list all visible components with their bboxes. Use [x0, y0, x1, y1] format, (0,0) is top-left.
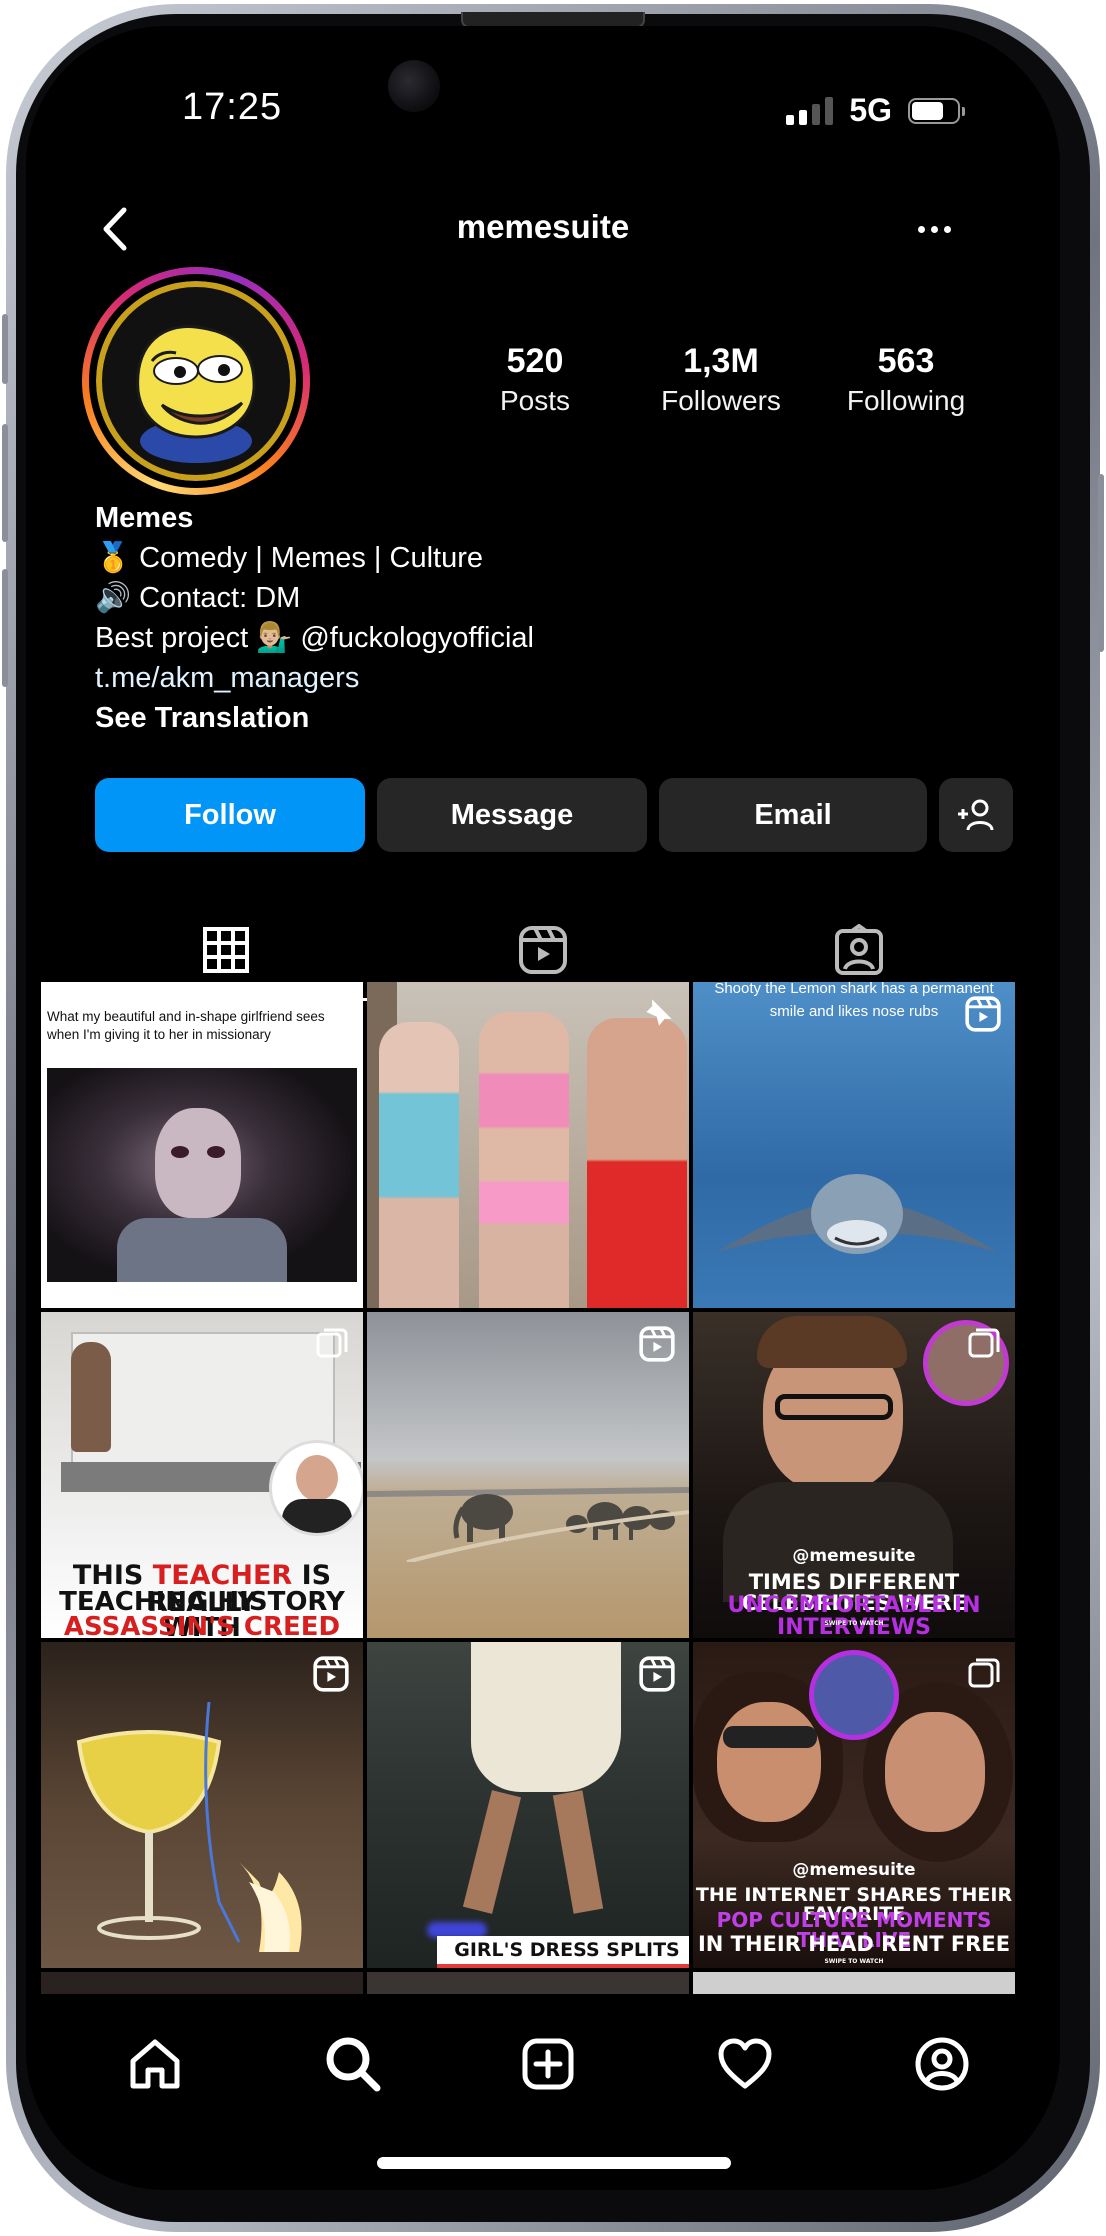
swipe-hint: SWIPE TO WATCH — [824, 1958, 884, 1965]
carousel-icon — [315, 1326, 349, 1365]
bio-line: 🥇 Comedy | Memes | Culture — [95, 542, 484, 574]
post-thumbnail[interactable]: @memesuite TIMES DIFFERENT CELEBRITIES W… — [693, 1312, 1015, 1638]
nav-profile[interactable] — [902, 2024, 982, 2104]
carousel-icon — [967, 1656, 1001, 1695]
avatar — [96, 281, 296, 481]
profile-icon — [915, 2037, 969, 2091]
post-thumbnail[interactable]: Shooty the Lemon shark has a permanent s… — [693, 982, 1015, 1308]
suggested-accounts-button[interactable] — [939, 778, 1013, 852]
add-person-icon — [958, 799, 994, 831]
tagged-icon — [835, 924, 883, 975]
bio-link[interactable]: t.me/akm_managers — [95, 658, 534, 698]
network-type: 5G — [849, 92, 892, 128]
post-caption-highlight: ASSASSIN'S CREED — [63, 1612, 341, 1638]
post-thumbnail[interactable]: THIS TEACHER IS REALLY TEACHING HISTORY … — [41, 1312, 363, 1638]
more-dots-icon — [917, 225, 925, 233]
post-image — [471, 1642, 621, 1792]
post-thumbnail[interactable]: What my beautiful and in-shape girlfrien… — [41, 982, 363, 1308]
swipe-hint: SWIPE TO WATCH — [824, 1620, 884, 1627]
reel-icon — [965, 996, 1001, 1037]
post-handle: @memesuite — [792, 1546, 916, 1566]
home-indicator[interactable] — [377, 2157, 731, 2169]
email-button[interactable]: Email — [659, 778, 927, 852]
signal-icon — [786, 96, 834, 125]
profile-header: memesuite — [26, 194, 1060, 264]
nav-create[interactable] — [508, 2024, 588, 2104]
post-image — [76, 1702, 302, 1952]
post-caption: IN THEIR HEAD RENT FREE — [697, 1932, 1011, 1956]
stat-followers[interactable]: 1,3M Followers — [631, 342, 811, 417]
post-image — [717, 1174, 997, 1254]
post-caption-highlight: UNCOMFORTABLE IN INTERVIEWS — [727, 1593, 981, 1639]
pin-icon — [643, 996, 675, 1033]
see-translation-link[interactable]: See Translation — [95, 698, 534, 738]
screen: 17:25 5G memesuite 520 Posts 1,3M Follow… — [26, 26, 1060, 2190]
home-icon — [130, 2039, 180, 2089]
post-caption: Shooty the Lemon shark has a permanent s… — [714, 982, 994, 1020]
post-thumbnail[interactable]: @memesuite THE INTERNET SHARES THEIR FAV… — [693, 1642, 1015, 1968]
post-handle: @memesuite — [792, 1860, 916, 1880]
grid-icon — [203, 927, 249, 973]
profile-bio: Memes 🥇 Comedy | Memes | Culture 🔊 Conta… — [95, 498, 534, 738]
action-button — [2, 314, 8, 384]
post-caption: What my beautiful and in-shape girlfrien… — [47, 1009, 325, 1043]
stat-following[interactable]: 563 Following — [816, 342, 996, 417]
post-thumbnail[interactable]: GIRL'S DRESS SPLITS — [367, 1642, 689, 1968]
post-thumbnail[interactable] — [41, 1642, 363, 1968]
post-caption: GIRL'S DRESS SPLITS — [454, 1939, 680, 1961]
reels-icon — [519, 926, 567, 974]
nav-search[interactable] — [313, 2024, 393, 2104]
status-time: 17:25 — [182, 86, 283, 128]
bio-line: 🔊 Contact: DM — [95, 582, 301, 614]
front-camera — [388, 60, 440, 112]
profile-actions: Follow Message Email — [95, 778, 1013, 852]
heart-icon — [718, 2038, 772, 2089]
reel-icon — [639, 1656, 675, 1697]
carousel-icon — [967, 1326, 1001, 1365]
bio-line: Best project 💁🏼‍♂️ @fuckologyofficial — [95, 622, 534, 654]
reel-icon — [313, 1656, 349, 1697]
battery-icon — [908, 97, 965, 124]
add-post-icon — [522, 2038, 574, 2090]
status-indicators: 5G — [786, 92, 965, 129]
volume-down-button — [2, 569, 8, 687]
nav-home[interactable] — [115, 2024, 195, 2104]
volume-up-button — [2, 424, 8, 542]
post-thumbnail[interactable] — [367, 982, 689, 1308]
post-image — [367, 1487, 689, 1562]
story-ring[interactable] — [82, 267, 310, 495]
message-button[interactable]: Message — [377, 778, 647, 852]
reel-icon — [639, 1326, 675, 1367]
post-image — [47, 1068, 357, 1282]
follow-button[interactable]: Follow — [95, 778, 365, 852]
power-button — [1098, 474, 1104, 652]
search-icon — [326, 2037, 381, 2092]
stat-posts[interactable]: 520 Posts — [445, 342, 625, 417]
more-options-button[interactable] — [904, 202, 964, 256]
post-thumbnail[interactable] — [367, 1312, 689, 1638]
nav-activity[interactable] — [705, 2024, 785, 2104]
profile-name: Memes — [95, 502, 194, 534]
pin-icon — [321, 996, 349, 1029]
